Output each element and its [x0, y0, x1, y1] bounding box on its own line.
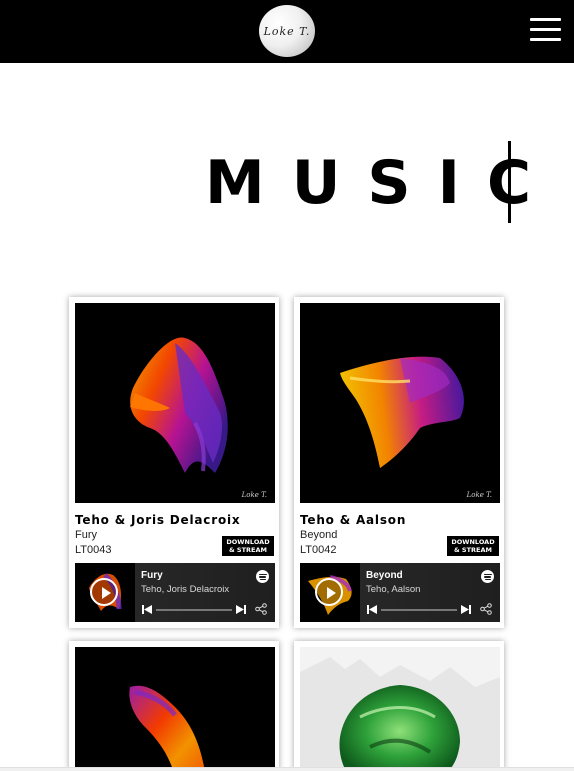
- play-button[interactable]: [90, 578, 118, 606]
- page-title: MUSIC: [205, 148, 558, 218]
- download-label-line1: DOWNLOAD: [226, 538, 270, 546]
- next-track-icon[interactable]: [236, 605, 246, 614]
- release-artwork[interactable]: Loke T.: [300, 303, 500, 503]
- artwork-signature: Loke T.: [241, 491, 267, 499]
- release-card[interactable]: Loke T. Teho & Joris Delacroix Fury LT00…: [69, 297, 279, 628]
- download-stream-button[interactable]: DOWNLOAD & STREAM: [222, 536, 274, 556]
- player-thumbnail: [300, 563, 360, 622]
- release-track: Beyond: [300, 529, 338, 541]
- player-track-artists: Teho, Joris Delacroix: [141, 584, 230, 595]
- release-catalog-number: LT0043: [75, 544, 112, 556]
- progress-bar[interactable]: [381, 609, 457, 611]
- title-caret: [508, 141, 511, 223]
- release-card[interactable]: Loke T. Teho & Aalson Beyond LT0042 DOWN…: [294, 297, 504, 628]
- release-artwork[interactable]: [75, 647, 275, 771]
- release-artist: Teho & Joris Delacroix: [75, 513, 241, 527]
- site-logo[interactable]: Loke T.: [259, 5, 315, 57]
- next-track-icon[interactable]: [461, 605, 471, 614]
- spotify-player[interactable]: Fury Teho, Joris Delacroix: [75, 563, 275, 622]
- player-thumbnail: [75, 563, 135, 622]
- spotify-player[interactable]: Beyond Teho, Aalson: [300, 563, 500, 622]
- artwork-beyond-image: [300, 303, 500, 503]
- release-card[interactable]: [294, 641, 504, 771]
- share-icon[interactable]: [255, 603, 267, 615]
- progress-bar[interactable]: [156, 609, 232, 611]
- player-track-title: Fury: [141, 570, 163, 581]
- release-card[interactable]: [69, 641, 279, 771]
- play-button[interactable]: [315, 578, 343, 606]
- download-stream-button[interactable]: DOWNLOAD & STREAM: [447, 536, 499, 556]
- player-track-title: Beyond: [366, 570, 403, 581]
- release-track: Fury: [75, 529, 97, 541]
- release-catalog-number: LT0042: [300, 544, 337, 556]
- page-bottom-edge: [0, 767, 574, 771]
- download-label-line2: & STREAM: [454, 546, 492, 554]
- artwork-image: [300, 647, 500, 771]
- logo-text: Loke T.: [263, 24, 311, 38]
- share-icon[interactable]: [480, 603, 492, 615]
- hamburger-menu-icon[interactable]: [530, 18, 562, 44]
- artwork-signature: Loke T.: [466, 491, 492, 499]
- top-bar: Loke T.: [0, 0, 574, 63]
- previous-track-icon[interactable]: [367, 605, 377, 614]
- player-track-artists: Teho, Aalson: [366, 584, 421, 595]
- artwork-image: [75, 647, 275, 771]
- release-artwork[interactable]: Loke T.: [75, 303, 275, 503]
- previous-track-icon[interactable]: [142, 605, 152, 614]
- release-artwork[interactable]: [300, 647, 500, 771]
- download-label-line1: DOWNLOAD: [451, 538, 495, 546]
- artwork-fury-image: [75, 303, 275, 503]
- spotify-icon[interactable]: [481, 570, 494, 583]
- download-label-line2: & STREAM: [229, 546, 267, 554]
- spotify-icon[interactable]: [256, 570, 269, 583]
- release-artist: Teho & Aalson: [300, 513, 407, 527]
